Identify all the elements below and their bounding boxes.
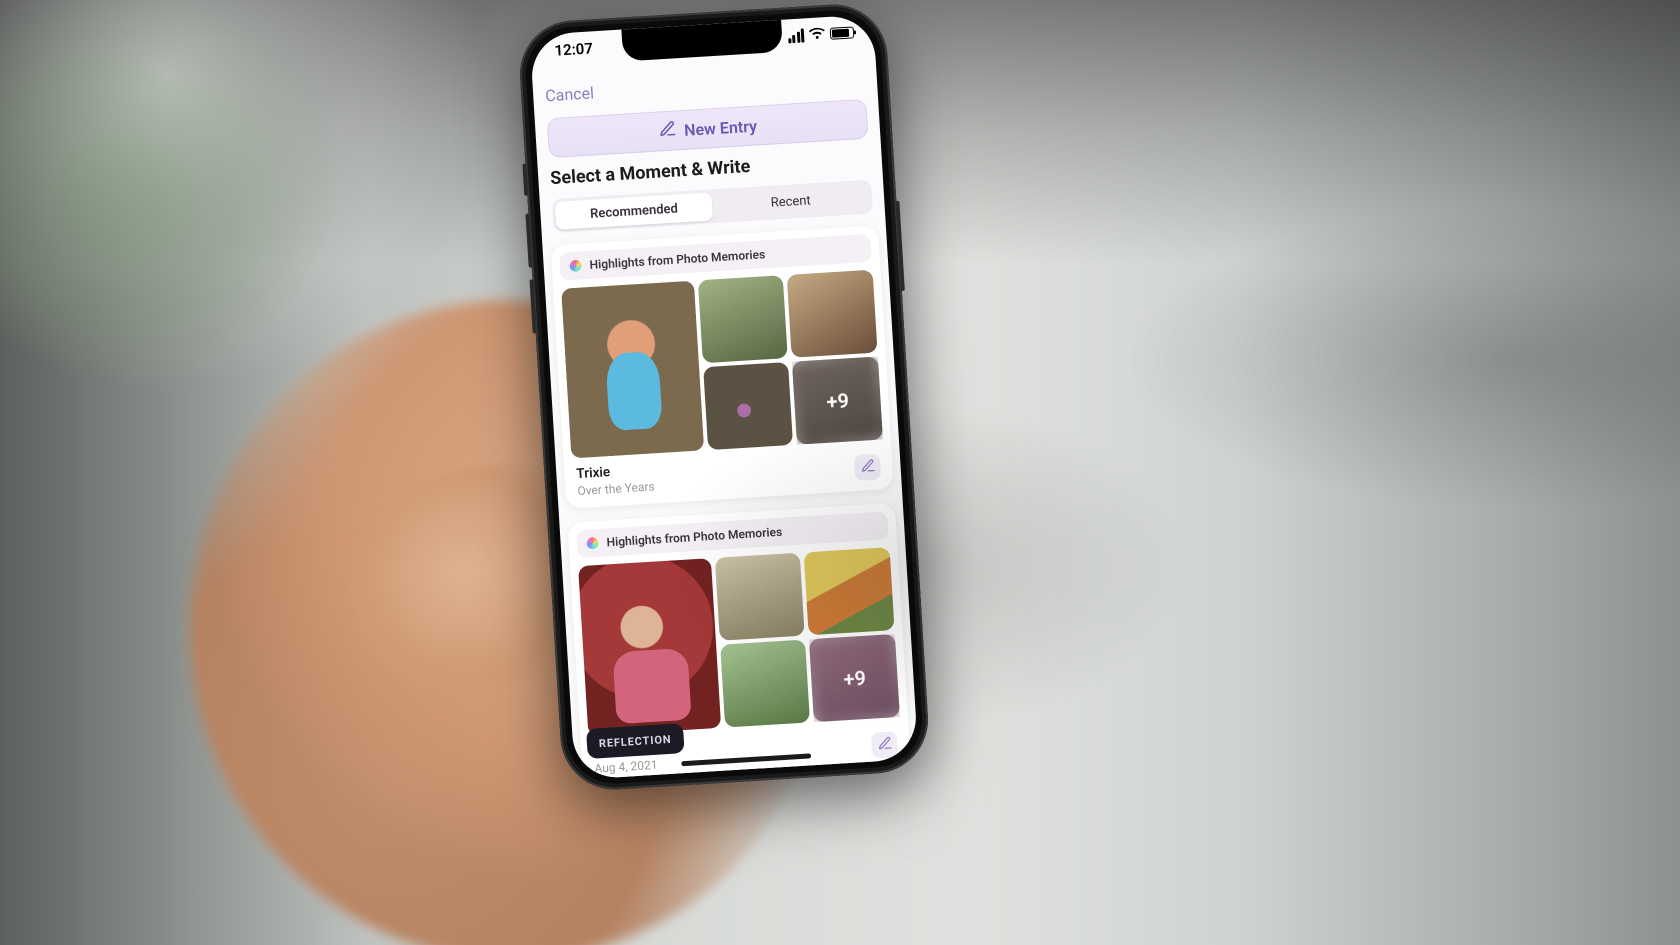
moment-subtitle: Aug 4, 2021: [594, 758, 659, 776]
phone-screen: 12:07 Cancel: [530, 14, 919, 780]
new-entry-button[interactable]: New Entry: [547, 99, 869, 158]
photo-thumbnail[interactable]: [703, 362, 794, 450]
moment-header-label: Highlights from Photo Memories: [606, 525, 782, 550]
moment-card[interactable]: Highlights from Photo Memories +9: [550, 225, 894, 509]
volume-up-button: [525, 214, 532, 268]
photo-thumbnail[interactable]: [720, 639, 811, 727]
write-entry-button[interactable]: [871, 731, 899, 759]
compose-icon: [876, 735, 892, 755]
more-count-badge: +9: [792, 357, 883, 445]
photo-background: 12:07 Cancel: [0, 0, 1680, 945]
moment-subtitle: Over the Years: [577, 479, 655, 498]
iphone: 12:07 Cancel: [517, 1, 931, 792]
battery-icon: [830, 26, 855, 39]
more-count-badge: +9: [809, 634, 900, 722]
moment-title: Trixie: [576, 461, 654, 482]
photos-app-icon: [585, 536, 600, 551]
reflection-chip[interactable]: REFLECTION: [586, 723, 684, 759]
photos-app-icon: [568, 258, 583, 273]
photo-grid: +9: [561, 270, 883, 459]
segment-recent[interactable]: Recent: [711, 183, 869, 221]
wifi-icon: [809, 25, 826, 44]
compose-icon: [658, 119, 677, 142]
new-entry-label: New Entry: [684, 116, 758, 139]
write-entry-button[interactable]: [854, 454, 882, 482]
photo-grid: +9: [578, 547, 900, 736]
photo-thumbnail-more[interactable]: +9: [809, 634, 900, 722]
photo-thumbnail[interactable]: [698, 275, 789, 363]
status-time: 12:07: [554, 39, 593, 59]
photo-thumbnail[interactable]: [715, 553, 806, 641]
photo-thumbnail[interactable]: [804, 547, 895, 635]
photo-thumbnail-more[interactable]: +9: [792, 357, 883, 445]
cancel-button[interactable]: Cancel: [545, 83, 595, 105]
photo-thumbnail[interactable]: [578, 558, 721, 736]
cellular-signal-icon: [787, 28, 804, 43]
photo-thumbnail[interactable]: [561, 281, 704, 459]
side-button: [895, 201, 904, 291]
segment-recommended[interactable]: Recommended: [555, 192, 713, 230]
mute-switch: [522, 164, 528, 196]
photo-thumbnail[interactable]: [787, 270, 878, 358]
moment-header-label: Highlights from Photo Memories: [589, 247, 765, 272]
compose-icon: [859, 457, 875, 477]
